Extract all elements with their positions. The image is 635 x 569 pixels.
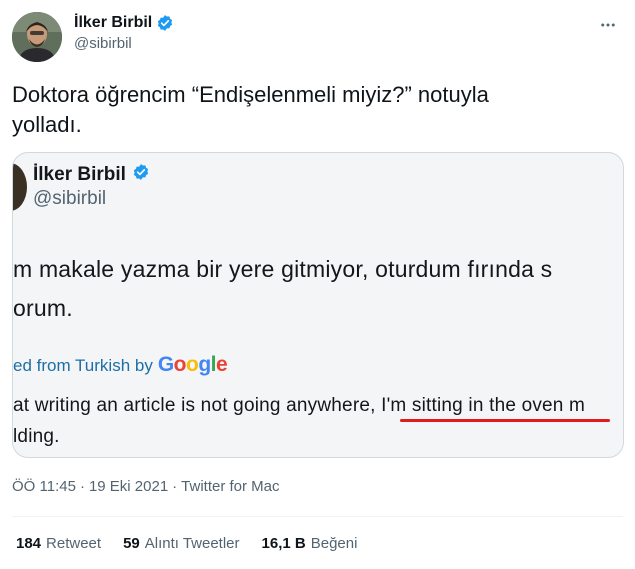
translated-by-label: ed from Turkish by Google — [13, 353, 228, 377]
embedded-display-name: İlker Birbil — [33, 163, 126, 185]
likes-label: Beğeni — [310, 535, 358, 552]
avatar[interactable] — [12, 12, 62, 62]
retweets-label: Retweet — [46, 535, 102, 552]
quotes-count: 59 — [123, 535, 140, 552]
retweets-stat[interactable]: 184 Retweet — [16, 535, 101, 552]
verified-badge-icon — [156, 14, 174, 32]
embedded-text-line-1: m makale yazma bir yere gitmiyor, oturdu… — [13, 256, 553, 282]
author-names: İlker Birbil @sibirbil — [74, 14, 174, 52]
embedded-screenshot[interactable]: İlker Birbil @sibirbil m makale yazma bi… — [12, 152, 624, 458]
divider — [12, 516, 623, 517]
embedded-verified-badge-icon — [132, 163, 150, 186]
quotes-label: Alıntı Tweetler — [144, 535, 240, 552]
embedded-avatar — [13, 163, 27, 211]
tweet-time[interactable]: ÖÖ 11:45 — [12, 478, 76, 495]
google-logo: Google — [157, 353, 228, 376]
tweet-stats: 184 Retweet 59 Alıntı Tweetler 16,1 B Be… — [16, 535, 357, 552]
likes-stat[interactable]: 16,1 B Beğeni — [262, 535, 358, 552]
embedded-handle: @sibirbil — [33, 188, 107, 209]
embedded-name-row: İlker Birbil — [33, 163, 150, 186]
more-dots-icon[interactable] — [597, 14, 619, 36]
author-handle[interactable]: @sibirbil — [74, 35, 174, 52]
tweet-card: İlker Birbil @sibirbil Doktora öğrencim … — [0, 0, 635, 569]
red-underline — [400, 419, 610, 422]
embedded-translation-line-2: lding. — [13, 426, 60, 447]
tweet-text-line-2: yolladı. — [12, 112, 82, 137]
tweet-source[interactable]: Twitter for Mac — [181, 478, 279, 495]
tweet-meta: ÖÖ 11:45 · 19 Eki 2021 · Twitter for Mac — [12, 478, 280, 495]
meta-separator: · — [172, 478, 178, 495]
tweet-header: İlker Birbil @sibirbil — [12, 10, 623, 66]
translated-prefix: ed from Turkish by — [13, 356, 153, 375]
embedded-text-line-2: orum. — [13, 295, 73, 321]
display-name[interactable]: İlker Birbil — [74, 14, 152, 32]
tweet-date[interactable]: 19 Eki 2021 — [89, 478, 168, 495]
retweets-count: 184 — [16, 535, 42, 552]
meta-separator: · — [79, 478, 85, 495]
quotes-stat[interactable]: 59 Alıntı Tweetler — [123, 535, 239, 552]
highlighted-phrase: I'm sitting in the oven m — [381, 395, 586, 416]
tweet-text-line-1: Doktora öğrencim “Endişelenmeli miyiz?” … — [12, 82, 489, 107]
likes-count: 16,1 B — [261, 535, 306, 552]
embedded-translation-line-1: at writing an article is not going anywh… — [13, 395, 586, 416]
avatar-photo — [12, 12, 62, 62]
display-name-row: İlker Birbil — [74, 14, 174, 32]
tweet-text: Doktora öğrencim “Endişelenmeli miyiz?” … — [12, 80, 612, 140]
